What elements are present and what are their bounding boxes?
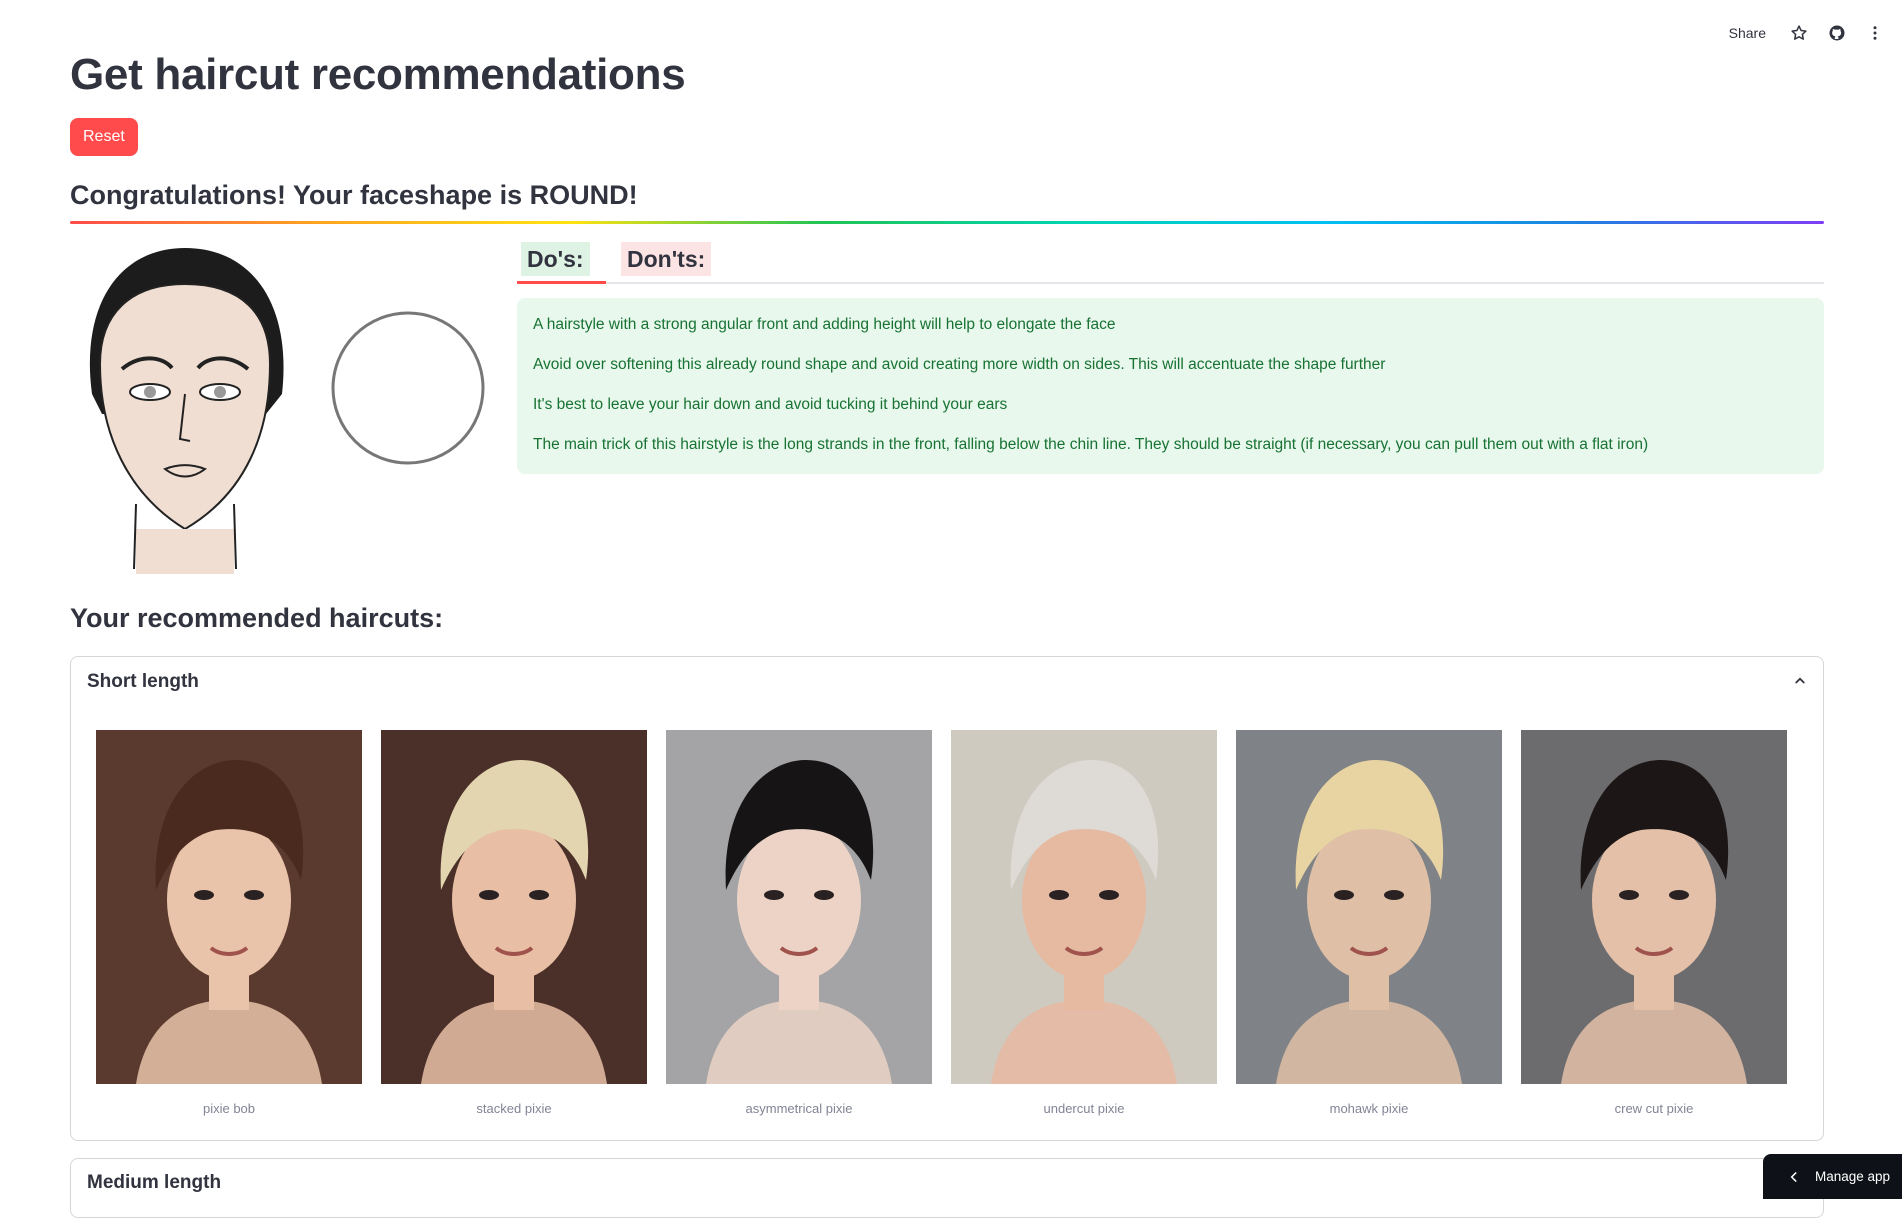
manage-app-label: Manage app <box>1815 1169 1891 1184</box>
haircut-gallery: pixie bob stacked pixie asymmetrical pixie… <box>96 730 1787 1116</box>
dos-item: The main trick of this hairstyle is the … <box>533 436 1649 453</box>
chevron-left-icon <box>1790 1171 1797 1182</box>
haircut-photo <box>381 730 647 1084</box>
share-button[interactable]: Share <box>1729 25 1766 41</box>
haircut-caption: pixie bob <box>202 1101 256 1116</box>
top-toolbar: Share <box>1729 22 1886 44</box>
expander-title: Medium length <box>87 1172 222 1193</box>
github-icon[interactable] <box>1826 22 1848 44</box>
short-length-expander-header[interactable]: Short length <box>71 657 1823 707</box>
dos-success-box: A hairstyle with a strong angular front … <box>517 298 1824 474</box>
haircut-photo <box>951 730 1217 1084</box>
chevron-up-icon <box>1795 677 1805 684</box>
haircut-caption: undercut pixie <box>1043 1101 1125 1116</box>
tab-dos[interactable]: Do's: <box>521 242 590 276</box>
dos-item: A hairstyle with a strong angular front … <box>533 316 1116 333</box>
expander-title: Short length <box>87 671 199 692</box>
more-vertical-icon[interactable] <box>1864 22 1886 44</box>
haircut-card: mohawk pixie <box>1236 730 1502 1116</box>
result-heading: Congratulations! Your faceshape is ROUND… <box>70 180 638 210</box>
reset-button[interactable]: Reset <box>70 118 138 156</box>
haircut-card: crew cut pixie <box>1521 730 1787 1116</box>
haircut-card: stacked pixie <box>381 730 647 1116</box>
dos-item: It's best to leave your hair down and av… <box>533 396 1008 413</box>
active-tab-indicator <box>517 281 606 284</box>
face-shape-illustration <box>70 244 485 576</box>
haircut-caption: stacked pixie <box>476 1101 552 1116</box>
rainbow-divider <box>70 221 1824 224</box>
short-length-expander: Short length pixie bob stacked pixie asymm… <box>70 656 1824 1141</box>
haircut-caption: asymmetrical pixie <box>745 1101 853 1116</box>
haircut-photo <box>96 730 362 1084</box>
haircut-card: asymmetrical pixie <box>666 730 932 1116</box>
star-icon[interactable] <box>1788 22 1810 44</box>
medium-length-expander[interactable]: Medium length <box>70 1158 1824 1218</box>
tab-donts[interactable]: Don'ts: <box>621 242 712 276</box>
haircut-card: pixie bob <box>96 730 362 1116</box>
haircut-caption: crew cut pixie <box>1614 1101 1694 1116</box>
recommended-heading: Your recommended haircuts: <box>70 603 444 633</box>
haircut-photo <box>1521 730 1787 1084</box>
page-title: Get haircut recommendations <box>70 50 686 99</box>
haircut-photo <box>1236 730 1502 1084</box>
dos-donts-tabs: Do's: Don'ts: <box>517 240 1824 284</box>
haircut-photo <box>666 730 932 1084</box>
haircut-card: undercut pixie <box>951 730 1217 1116</box>
manage-app-button[interactable]: Manage app <box>1763 1154 1902 1199</box>
haircut-caption: mohawk pixie <box>1329 1101 1409 1116</box>
dos-item: Avoid over softening this already round … <box>533 356 1386 373</box>
